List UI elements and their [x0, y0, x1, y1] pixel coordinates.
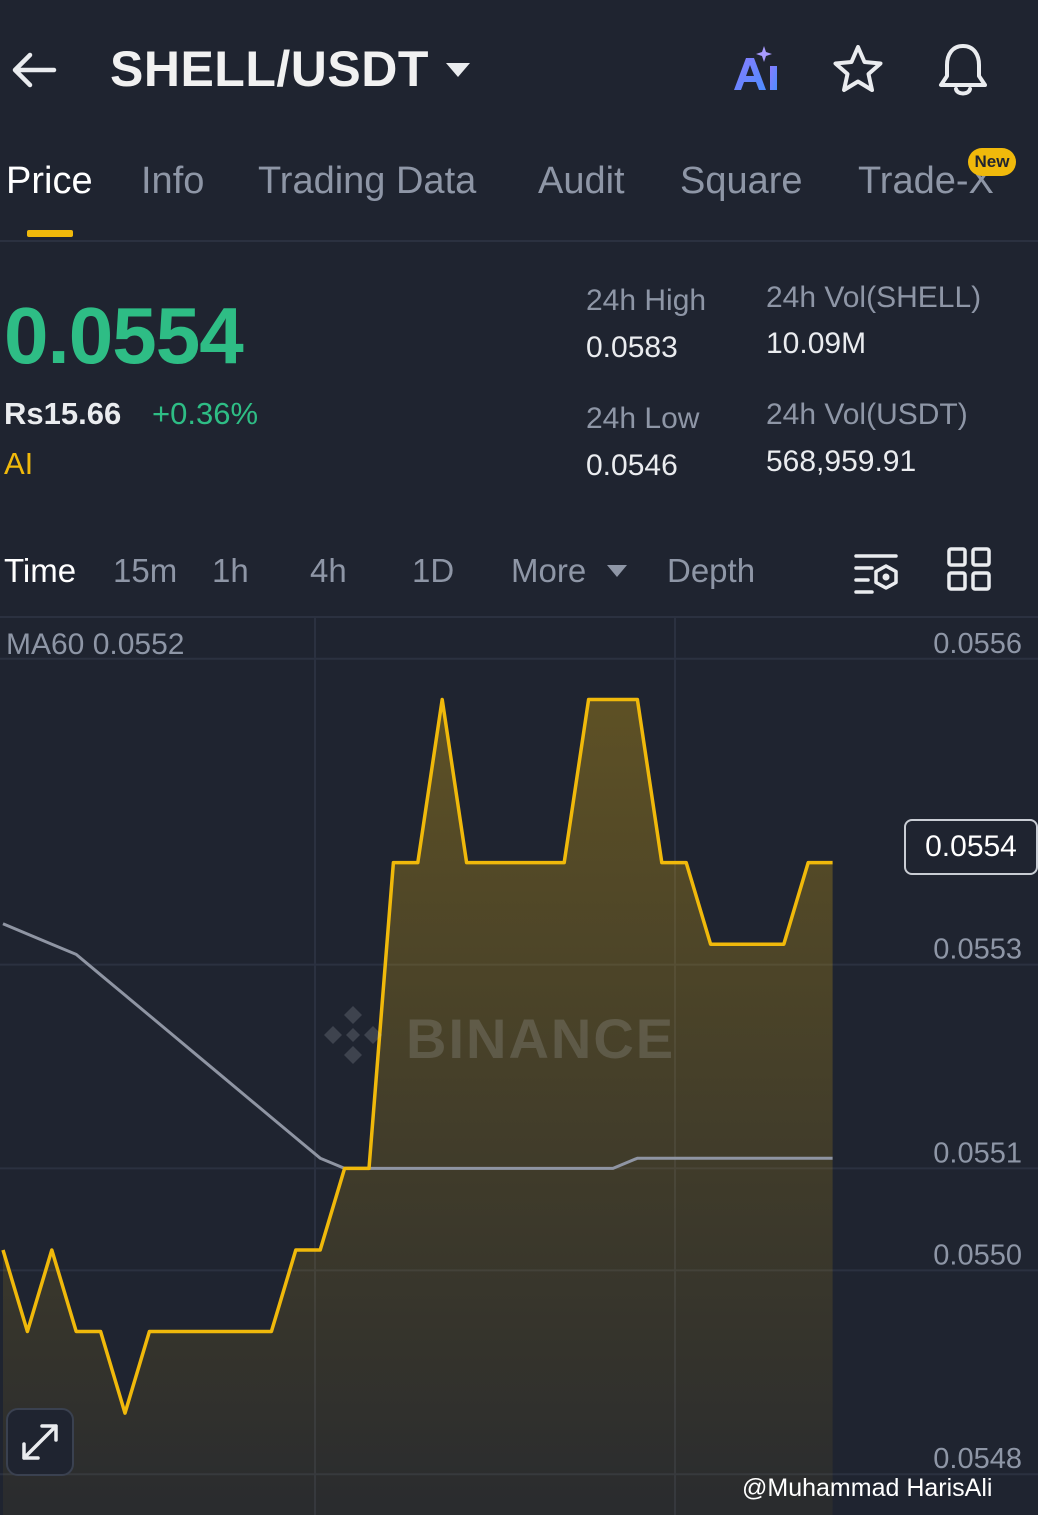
tab-info[interactable]: Info: [141, 160, 204, 203]
interval-1h[interactable]: 1h: [212, 552, 249, 590]
y-axis-tick-label: 0.0550: [933, 1239, 1022, 1271]
fiat-value: Rs15.66: [4, 396, 122, 431]
binance-logo-icon: [324, 1006, 382, 1064]
expand-icon: [22, 1424, 58, 1460]
current-price-tag: 0.0554: [904, 819, 1038, 875]
expand-chart-button[interactable]: [6, 1408, 74, 1476]
star-icon[interactable]: [830, 42, 886, 98]
vol-base-value: 10.09M: [766, 327, 867, 360]
interval-1d[interactable]: 1D: [412, 552, 454, 590]
y-axis-tick-label: 0.0556: [933, 628, 1022, 660]
caret-down-icon[interactable]: [444, 60, 472, 80]
binance-watermark: BINANCE: [318, 1000, 678, 1070]
price-change: +0.36%: [152, 396, 259, 431]
low-value: 0.0546: [586, 449, 678, 482]
vol-base-label: 24h Vol(SHELL): [766, 281, 982, 314]
chart-settings-icon[interactable]: [852, 548, 900, 596]
price-area-fill: [3, 699, 833, 1515]
interval-depth[interactable]: Depth: [667, 552, 755, 590]
vol-quote-value: 568,959.91: [766, 445, 917, 478]
high-value: 0.0583: [586, 331, 678, 364]
tab-price[interactable]: Price: [6, 160, 93, 203]
header: SHELL/USDT: [0, 0, 1038, 140]
new-badge: New: [968, 148, 1016, 176]
active-tab-indicator: [27, 230, 73, 237]
y-axis-tick-label: 0.0551: [933, 1137, 1022, 1169]
ma60-indicator: MA60 0.0552: [6, 628, 185, 661]
layout-grid-icon[interactable]: [946, 546, 992, 592]
interval-15m[interactable]: 15m: [113, 552, 177, 590]
pair-title[interactable]: SHELL/USDT: [110, 40, 429, 98]
y-axis-tick-label: 0.0553: [933, 934, 1022, 966]
tab-bar: Price Info Trading Data Audit Square Tra…: [0, 150, 1038, 242]
tab-trading-data[interactable]: Trading Data: [258, 160, 476, 203]
ai-icon[interactable]: [730, 42, 786, 98]
interval-more[interactable]: More: [511, 552, 586, 590]
interval-4h[interactable]: 4h: [310, 552, 347, 590]
ai-tag[interactable]: AI: [4, 446, 33, 482]
tab-audit[interactable]: Audit: [538, 160, 625, 203]
author-credit: @Muhammad HarisAli: [742, 1474, 993, 1502]
y-axis-tick-label: 0.0548: [933, 1443, 1022, 1475]
vol-quote-label: 24h Vol(USDT): [766, 398, 968, 431]
caret-down-icon[interactable]: [606, 564, 628, 578]
back-arrow-icon[interactable]: [8, 44, 60, 96]
low-label: 24h Low: [586, 402, 700, 435]
watermark-text: BINANCE: [406, 1007, 676, 1070]
bell-icon[interactable]: [934, 40, 992, 100]
last-price: 0.0554: [4, 291, 244, 380]
high-label: 24h High: [586, 284, 707, 317]
tab-square[interactable]: Square: [680, 160, 803, 203]
interval-bar: Time 15m 1h 4h 1D More Depth: [0, 540, 1038, 618]
interval-time[interactable]: Time: [4, 552, 76, 590]
